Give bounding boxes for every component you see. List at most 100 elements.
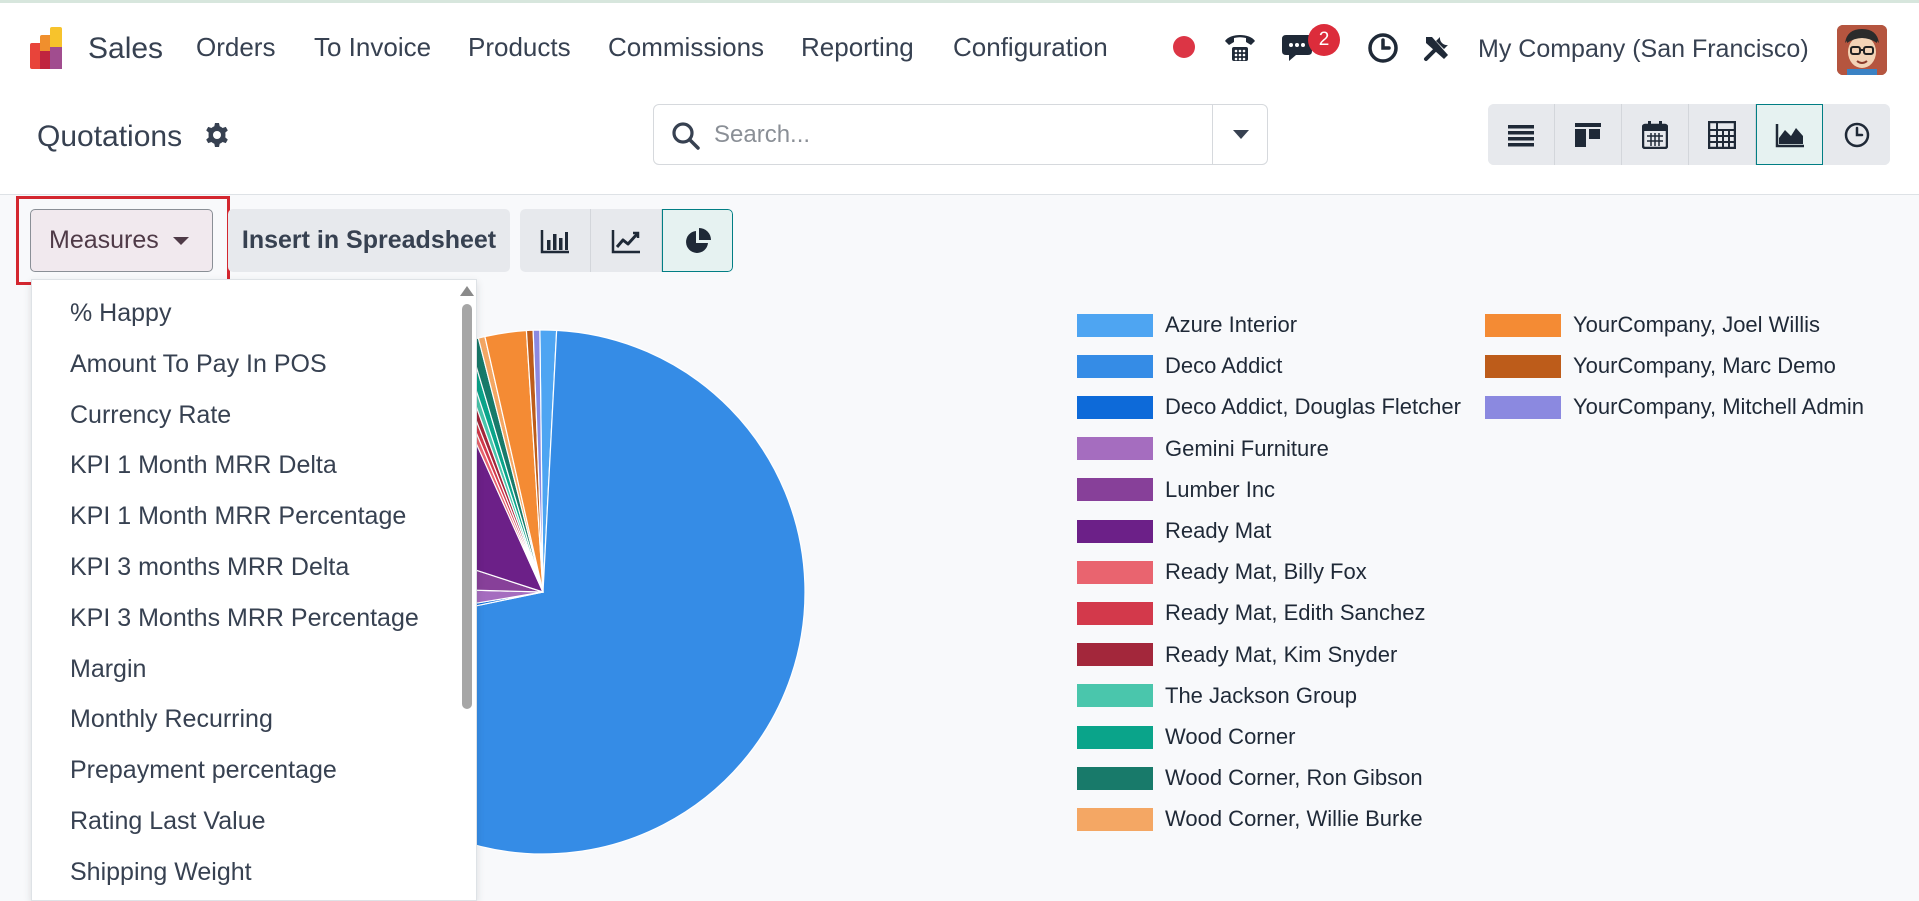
search-input[interactable] xyxy=(714,105,1194,164)
legend-label: Ready Mat, Edith Sanchez xyxy=(1165,600,1426,626)
legend-item[interactable]: Deco Addict xyxy=(1077,353,1282,379)
measure-option[interactable]: % Happy xyxy=(70,297,171,329)
measure-option[interactable]: KPI 1 Month MRR Percentage xyxy=(70,500,406,532)
view-kanban-button[interactable] xyxy=(1555,104,1622,165)
measure-option[interactable]: Amount To Pay In POS xyxy=(70,348,327,380)
legend-label: Azure Interior xyxy=(1165,312,1298,337)
status-dot-icon[interactable] xyxy=(1170,33,1198,61)
measure-option[interactable]: KPI 3 months MRR Delta xyxy=(70,551,349,583)
clock-icon[interactable] xyxy=(1366,31,1400,65)
scroll-up-arrow-icon[interactable] xyxy=(460,286,474,296)
measure-option[interactable]: Currency Rate xyxy=(70,399,231,431)
menu-configuration[interactable]: Configuration xyxy=(953,29,1108,65)
legend-swatch xyxy=(1077,643,1153,667)
bar-chart-icon xyxy=(540,229,569,253)
menu-commissions[interactable]: Commissions xyxy=(608,29,764,65)
legend-label: Ready Mat, Billy Fox xyxy=(1165,559,1367,585)
search-bar xyxy=(653,104,1268,165)
activity-clock-icon xyxy=(1844,122,1869,147)
legend-swatch xyxy=(1077,684,1153,708)
legend-swatch xyxy=(1077,519,1153,543)
measure-option[interactable]: Shipping Weight xyxy=(70,856,252,888)
sales-app-logo-icon[interactable] xyxy=(26,25,72,71)
area-chart-icon xyxy=(1775,123,1804,147)
legend-swatch xyxy=(1485,395,1561,419)
legend-item[interactable]: YourCompany, Mitchell Admin xyxy=(1485,394,1864,420)
legend-label: The Jackson Group xyxy=(1165,682,1357,708)
legend-item[interactable]: Deco Addict, Douglas Fletcher xyxy=(1077,394,1461,420)
legend-swatch xyxy=(1077,354,1153,378)
menu-orders[interactable]: Orders xyxy=(196,29,275,65)
legend-label: Wood Corner, Ron Gibson xyxy=(1165,765,1423,791)
search-icon[interactable] xyxy=(670,120,702,152)
legend-label: YourCompany, Joel Willis xyxy=(1573,312,1820,337)
insert-in-spreadsheet-button[interactable]: Insert in Spreadsheet xyxy=(228,209,510,272)
app-name[interactable]: Sales xyxy=(88,29,163,69)
phone-icon[interactable] xyxy=(1222,29,1258,65)
view-calendar-button[interactable] xyxy=(1622,104,1689,165)
page-title[interactable]: Quotations xyxy=(37,117,182,157)
messages-badge: 2 xyxy=(1308,24,1340,56)
measures-button[interactable]: Measures xyxy=(30,209,213,272)
legend-item[interactable]: Ready Mat, Billy Fox xyxy=(1077,559,1367,585)
legend-item[interactable]: Wood Corner xyxy=(1077,724,1295,750)
caret-down-icon xyxy=(172,236,189,245)
bar-chart-button[interactable] xyxy=(520,209,591,272)
legend-label: Wood Corner xyxy=(1165,724,1296,749)
measure-option[interactable]: Rating Last Value xyxy=(70,805,266,837)
measures-label: Measures xyxy=(49,226,159,254)
kanban-view-icon xyxy=(1575,122,1601,147)
dropdown-scroll-thumb[interactable] xyxy=(462,304,472,709)
legend-item[interactable]: Ready Mat, Kim Snyder xyxy=(1077,642,1397,668)
view-pivot-button[interactable] xyxy=(1689,104,1756,165)
legend-item[interactable]: The Jackson Group xyxy=(1077,683,1357,709)
menu-to-invoice[interactable]: To Invoice xyxy=(314,29,431,65)
company-switcher[interactable]: My Company (San Francisco) xyxy=(1478,31,1809,67)
measure-option[interactable]: KPI 3 Months MRR Percentage xyxy=(70,602,419,634)
legend-item[interactable]: YourCompany, Joel Willis xyxy=(1485,312,1820,338)
pie-chart-button[interactable] xyxy=(662,209,733,272)
view-switcher xyxy=(1488,104,1890,165)
legend-item[interactable]: Gemini Furniture xyxy=(1077,436,1329,462)
legend-swatch xyxy=(1077,437,1153,461)
legend-label: Ready Mat xyxy=(1165,518,1272,543)
chart-type-switcher xyxy=(520,209,733,272)
legend-item[interactable]: Wood Corner, Ron Gibson xyxy=(1077,765,1423,791)
user-avatar[interactable] xyxy=(1837,25,1887,75)
legend-label: Gemini Furniture xyxy=(1165,435,1329,461)
measure-option[interactable]: Prepayment percentage xyxy=(70,754,337,786)
menu-products[interactable]: Products xyxy=(468,29,571,65)
search-options-toggle[interactable] xyxy=(1212,105,1268,164)
pie-chart-icon xyxy=(685,227,711,253)
legend-label: YourCompany, Mitchell Admin xyxy=(1573,394,1865,420)
measure-option[interactable]: Margin xyxy=(70,653,146,685)
legend-swatch xyxy=(1077,807,1153,831)
legend-swatch xyxy=(1077,560,1153,584)
legend-item[interactable]: Wood Corner, Willie Burke xyxy=(1077,806,1423,832)
view-activity-button[interactable] xyxy=(1823,104,1890,165)
view-graph-button[interactable] xyxy=(1756,104,1823,165)
gear-icon[interactable] xyxy=(203,121,231,149)
legend-label: Wood Corner, Willie Burke xyxy=(1165,806,1423,832)
legend-swatch xyxy=(1077,725,1153,749)
legend-item[interactable]: Ready Mat, Edith Sanchez xyxy=(1077,600,1425,626)
legend-label: Deco Addict xyxy=(1165,353,1283,379)
pivot-view-icon xyxy=(1708,120,1736,149)
menu-reporting[interactable]: Reporting xyxy=(801,29,914,65)
measure-option[interactable]: Monthly Recurring xyxy=(70,703,273,735)
tools-icon[interactable] xyxy=(1420,31,1454,65)
list-view-icon xyxy=(1508,124,1534,146)
legend-swatch xyxy=(1485,354,1561,378)
legend-item[interactable]: Lumber Inc xyxy=(1077,477,1275,503)
measure-option[interactable]: KPI 1 Month MRR Delta xyxy=(70,449,337,481)
legend-swatch xyxy=(1077,313,1153,337)
legend-item[interactable]: YourCompany, Marc Demo xyxy=(1485,353,1836,379)
view-list-button[interactable] xyxy=(1488,104,1555,165)
caret-down-icon xyxy=(1232,129,1249,139)
legend-item[interactable]: Ready Mat xyxy=(1077,518,1271,544)
legend-item[interactable]: Azure Interior xyxy=(1077,312,1297,338)
legend-label: Ready Mat, Kim Snyder xyxy=(1165,641,1398,667)
legend-label: YourCompany, Marc Demo xyxy=(1573,353,1836,379)
control-panel: Quotations xyxy=(0,91,1919,195)
line-chart-button[interactable] xyxy=(591,209,662,272)
